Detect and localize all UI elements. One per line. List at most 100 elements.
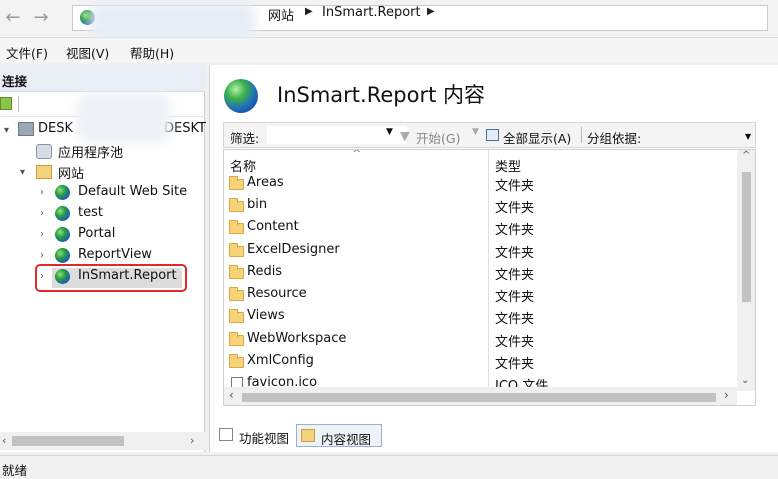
list-item-name[interactable]: bin [247,197,267,212]
expand-chevron-icon[interactable]: › [40,271,44,282]
column-divider[interactable] [488,150,489,387]
horizontal-scrollbar[interactable]: ‹ › [224,387,737,405]
scroll-thumb[interactable] [242,393,716,402]
column-header-type[interactable]: 类型 [495,156,521,175]
back-arrow-icon[interactable]: ← [2,9,24,29]
tab-content-view[interactable]: 内容视图 [296,424,382,447]
expand-chevron-icon[interactable]: › [40,187,44,198]
list-item-name[interactable]: ExcelDesigner [247,242,340,257]
site-globe-icon [55,227,70,242]
toolbar-divider [18,96,19,112]
server-icon [18,122,34,136]
scroll-right-icon[interactable]: › [190,434,194,447]
content-panel: InSmart.Report 内容 筛选: ▼ ▼ 开始(G) ▼ 全部显示(A… [209,65,778,452]
menu-help[interactable]: 帮助(H) [130,43,174,62]
list-item-name[interactable]: XmlConfig [247,353,314,368]
list-item-name[interactable]: Resource [247,286,307,301]
blurred-region [90,2,255,40]
tab-content-label: 内容视图 [321,432,372,447]
menu-view[interactable]: 视图(V) [66,43,109,62]
tree-root-label[interactable]: DESK [38,121,73,141]
scroll-down-icon[interactable]: ⌄ [741,375,749,386]
expand-chevron-icon[interactable]: › [40,229,44,240]
folder-icon [229,243,244,257]
page-title: InSmart.Report 内容 [277,83,485,107]
breadcrumb-site[interactable]: InSmart.Report [322,5,421,20]
features-view-icon [219,428,233,441]
toolbar-divider [581,127,582,143]
collapse-chevron-icon[interactable]: ▾ [4,125,9,136]
toolbar-overflow-icon[interactable]: ▼ [745,132,751,141]
tab-features-view[interactable]: 功能视图 [215,424,292,447]
expand-chevron-icon[interactable]: › [40,250,44,261]
group-by-label[interactable]: 分组依据: [587,128,641,147]
menu-bar: 文件(F) 视图(V) 帮助(H) [0,38,778,63]
filter-bar: 筛选: ▼ ▼ 开始(G) ▼ 全部显示(A) 分组依据: ▼ [223,122,756,148]
folder-icon [229,176,244,190]
sort-asc-icon: ^ [352,149,362,160]
folder-icon [229,265,244,279]
connections-header: 连接 [0,65,205,92]
address-bar: ← → 网站 ▶ InSmart.Report ▶ [0,0,778,40]
tree-site-insmart-report[interactable]: InSmart.Report [78,268,177,288]
dropdown-arrow-icon[interactable]: ▼ [386,127,393,137]
list-item-name[interactable]: Areas [247,175,284,190]
site-globe-icon [55,269,70,284]
list-item-type: 文件夹 [495,246,535,261]
menu-file[interactable]: 文件(F) [6,43,48,62]
list-item-type: 文件夹 [495,335,535,350]
tree-app-pools[interactable]: 应用程序池 [58,142,123,162]
filter-label: 筛选: [230,131,260,146]
blurred-region [76,93,171,143]
scroll-left-icon[interactable]: ‹ [229,388,234,402]
list-item-type: 文件夹 [495,223,535,238]
sites-folder-icon [36,165,52,179]
scroll-thumb[interactable] [742,172,751,302]
tree-sites[interactable]: 网站 [58,163,84,183]
list-item-name[interactable]: Redis [247,264,282,279]
forward-arrow-icon[interactable]: → [30,9,52,29]
connections-panel: 连接 ▾ DESK DESKT 应用程序池 ▾ 网站 › Default Web… [0,65,206,452]
list-item-type: 文件夹 [495,201,535,216]
site-globe-icon [55,248,70,263]
show-all-button[interactable]: 全部显示(A) [503,128,571,147]
folder-icon [229,287,244,301]
show-all-icon [486,129,499,141]
tab-features-label: 功能视图 [239,431,290,446]
list-item-name[interactable]: Content [247,219,299,234]
scroll-thumb[interactable] [12,436,124,446]
list-item-type: 文件夹 [495,357,535,372]
list-item-type: 文件夹 [495,268,535,283]
tree-site-reportview[interactable]: ReportView [78,247,152,267]
folder-icon [229,198,244,212]
folder-icon [229,354,244,368]
site-large-globe-icon [224,79,258,113]
column-header-name[interactable]: 名称 [230,156,256,175]
list-item-name[interactable]: Views [247,308,285,323]
tree-site-portal[interactable]: Portal [78,226,115,246]
scroll-right-icon[interactable]: › [724,388,729,402]
expand-chevron-icon[interactable]: › [40,208,44,219]
scroll-up-icon[interactable]: ^ [742,150,750,161]
scroll-left-icon[interactable]: ‹ [2,434,6,447]
breadcrumb-sites[interactable]: 网站 [268,5,294,24]
list-item-type: 文件夹 [495,179,535,194]
site-globe-icon [55,206,70,221]
vertical-scrollbar[interactable]: ^ ⌄ [737,150,755,391]
dropdown-arrow-icon[interactable]: ▼ [472,127,479,137]
folder-icon [229,220,244,234]
breadcrumb-separator-icon: ▶ [305,6,313,17]
status-text: 就绪 [2,463,28,478]
collapse-chevron-icon[interactable]: ▾ [20,167,25,178]
tree-site-test[interactable]: test [78,205,103,225]
folder-icon [229,309,244,323]
horizontal-scrollbar[interactable]: ‹ › [0,432,205,450]
list-item-type: 文件夹 [495,312,535,327]
list-item-name[interactable]: WebWorkspace [247,331,346,346]
breadcrumb-separator-icon: ▶ [427,6,435,17]
funnel-icon: ▼ [400,128,410,143]
app-pool-icon [36,144,52,159]
tree-site-default[interactable]: Default Web Site [78,184,187,204]
start-filter-button[interactable]: 开始(G) [416,128,460,147]
connect-icon[interactable] [0,97,12,110]
